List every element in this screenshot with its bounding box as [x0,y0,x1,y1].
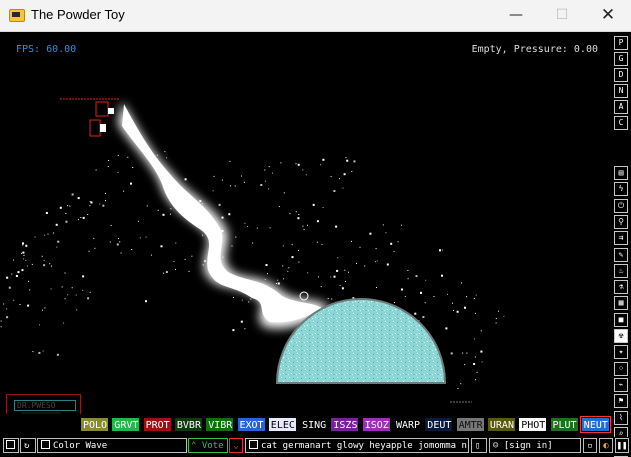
category-p-letter-icon[interactable]: P [614,36,628,50]
element-bvbr[interactable]: BVBR [173,417,203,432]
clear-button[interactable]: ▫ [583,438,597,453]
bottom-toolbar: ↻ Color Wave ⌃ Vote ⌄ cat germanart glow… [0,437,631,456]
element-polo[interactable]: POLO [80,417,109,432]
sign-label[interactable]: DR.PWESO [14,400,76,411]
sign-frame: DR.PWESO [6,394,81,414]
document-icon: ▯ [475,441,481,451]
category-walls-icon[interactable]: ▤ [614,166,628,180]
reload-icon: ↻ [24,441,30,451]
maximize-button[interactable]: ☐ [539,0,585,31]
arrow-up-icon: ⌃ [191,441,197,451]
element-amtr[interactable]: AMTR [455,417,485,432]
tag-icon [249,440,258,449]
powder-toy-app-icon [9,9,25,22]
pause-button[interactable]: ❚❚ [615,438,629,453]
simulation-canvas[interactable]: FPS: 60.00 Empty, Pressure: 0.00 DR.PWES… [0,32,612,414]
clear-icon: ▫ [587,441,593,451]
category-sensors-icon[interactable]: ⚲ [614,214,628,229]
brush-cursor [299,291,309,301]
element-plut[interactable]: PLUT [549,417,579,432]
category-force-icon[interactable]: ⇉ [614,231,628,246]
window-title: The Powder Toy [31,7,125,22]
element-neut[interactable]: NEUT [579,416,611,433]
category-gases-icon[interactable]: ♨ [614,263,628,278]
category-powered-icon[interactable]: ⏻ [614,198,628,213]
category-solids-icon[interactable]: ■ [614,312,628,327]
category-special-icon[interactable]: ✦ [614,345,628,360]
close-button[interactable]: ✕ [585,0,631,31]
vote-down-button[interactable]: ⌄ [229,438,243,453]
category-tools-icon[interactable]: ⌁ [614,377,628,392]
element-deut[interactable]: DEUT [424,417,454,432]
folder-icon [6,440,15,449]
simulation-particles [0,98,505,403]
category-c-letter-icon[interactable]: C [614,116,628,130]
red-machine [60,98,120,137]
category-life-icon[interactable]: ⁘ [614,361,628,376]
category-liquids-icon[interactable]: ⚗ [614,280,628,295]
element-elec[interactable]: ELEC [267,417,297,432]
vote-label: Vote [201,441,224,451]
category-a-letter-icon[interactable]: A [614,100,628,114]
reload-button[interactable]: ↻ [20,438,36,453]
arrow-down-icon: ⌄ [233,441,239,451]
category-g-letter-icon[interactable]: G [614,52,628,66]
element-vibr[interactable]: VIBR [205,417,235,432]
sign-in-button[interactable]: ☺ [sign in] [489,438,581,453]
category-electronics-icon[interactable]: ϟ [614,182,628,197]
element-exot[interactable]: EXOT [236,417,266,432]
element-sing[interactable]: SING [299,417,329,432]
user-icon: ☺ [493,441,499,451]
element-iszs[interactable]: ISZS [330,417,360,432]
tags-button[interactable]: cat germanart glowy heyapple jomomma n..… [245,438,469,453]
pressure-status: Empty, Pressure: 0.00 [471,44,598,55]
save-name-button[interactable]: Color Wave [37,438,187,453]
element-uran[interactable]: URAN [486,417,516,432]
palette-icon: ◐ [603,441,609,451]
category-menu: PGDNAC▤ϟ⏻⚲⇉✎♨⚗▦■☢✦⁘⌁⚑⌇⌕❚❚ [612,32,631,457]
title-bar[interactable]: The Powder Toy — ☐ ✕ [0,0,631,32]
sign-in-label: [sign in] [503,441,553,451]
category-powders-icon[interactable]: ▦ [614,296,628,311]
fps-readout: FPS: 60.00 [16,44,77,55]
element-palette: POLO GRVT PROT BVBR VIBR EXOT ELEC SING ISZS ISOZ… [0,416,612,434]
pause-icon: ❚❚ [616,441,628,451]
element-warp[interactable]: WARP [393,417,422,432]
category-decoration-icon[interactable]: ⌇ [614,410,628,425]
photon-core-stream [122,104,322,323]
photon-glow-stream [118,102,330,329]
element-prot[interactable]: PROT [142,417,172,432]
element-phot[interactable]: PHOT [518,417,548,432]
german-flag [21,412,61,414]
report-button[interactable]: ▯ [471,438,487,453]
category-radioactive-icon[interactable]: ☢ [614,329,628,343]
tags-list: cat germanart glowy heyapple jomomma n..… [261,441,469,451]
options-button[interactable]: ◐ [599,438,613,453]
save-icon [41,440,50,449]
category-favorites-icon[interactable]: ⚑ [614,394,628,409]
category-n-letter-icon[interactable]: N [614,84,628,98]
category-d-letter-icon[interactable]: D [614,68,628,82]
save-name: Color Wave [53,441,108,451]
open-save-button[interactable] [3,438,19,453]
element-isoz[interactable]: ISOZ [361,417,391,432]
minimize-button[interactable]: — [493,0,539,31]
category-explosives-icon[interactable]: ✎ [614,247,628,262]
vote-up-button[interactable]: ⌃ Vote [188,438,228,453]
app-window: The Powder Toy — ☐ ✕ FPS: 60.00 Empty, P… [0,0,631,457]
element-grvt[interactable]: GRVT [111,417,141,432]
